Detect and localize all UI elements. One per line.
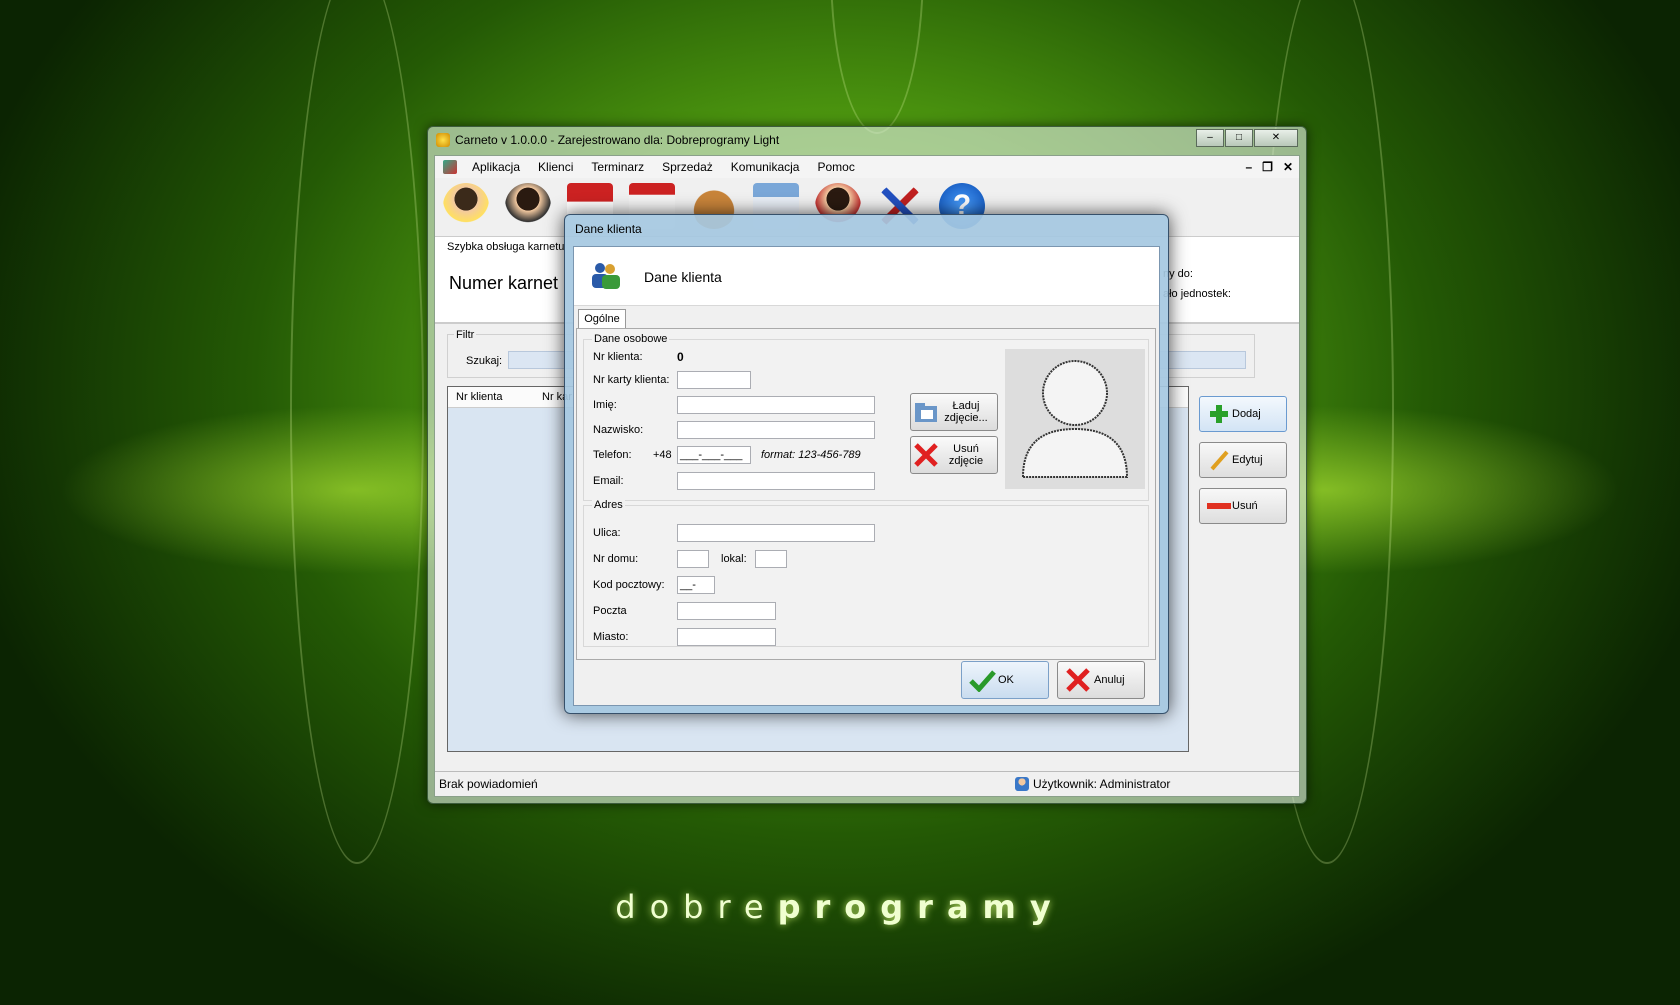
house-no-label: Nr domu:: [593, 553, 639, 565]
card-no-label: Nr karty klienta:: [593, 374, 670, 386]
background-swirl: [290, 0, 424, 864]
city-field[interactable]: [677, 628, 776, 646]
load-photo-button[interactable]: Ładuj zdjęcie...: [910, 393, 998, 431]
cancel-button[interactable]: Anuluj: [1057, 661, 1145, 699]
brand-logo: dobreprogramy: [0, 888, 1680, 926]
mdi-minimize-button[interactable]: –: [1245, 160, 1252, 174]
red-x-icon: [911, 442, 941, 468]
phone-label: Telefon:: [593, 449, 632, 461]
last-name-label: Nazwisko:: [593, 424, 644, 436]
postal-code-field[interactable]: __-___: [677, 576, 715, 607]
ok-button-label: OK: [998, 674, 1014, 686]
close-button[interactable]: ✕: [1254, 129, 1298, 147]
user-placeholder-icon: [1021, 360, 1129, 478]
current-user: Użytkownik: Administrator: [1033, 777, 1171, 791]
menu-sprzedaz[interactable]: Sprzedaż: [653, 160, 722, 174]
menu-komunikacja[interactable]: Komunikacja: [722, 160, 809, 174]
search-label: Szukaj:: [466, 355, 503, 367]
add-client-icon[interactable]: [443, 183, 489, 229]
background-swirl: [830, 0, 924, 134]
brand-logo-light: dobre: [615, 888, 778, 926]
users-icon: [592, 263, 620, 289]
menu-bar: Aplikacja Klienci Terminarz Sprzedaż Kom…: [435, 156, 1299, 178]
dialog-header-title: Dane klienta: [644, 269, 722, 285]
app-icon: [436, 133, 450, 147]
remove-photo-button[interactable]: Usuń zdjęcie: [910, 436, 998, 474]
mdi-child-icon: [443, 160, 457, 174]
remaining-units-label: ało jednostek:: [1163, 288, 1231, 300]
load-photo-label: Ładuj zdjęcie...: [944, 400, 988, 424]
client-photo: [1005, 349, 1145, 489]
add-button[interactable]: Dodaj: [1199, 396, 1287, 432]
tab-general-page: Dane osobowe Nr klienta: 0 Nr karty klie…: [576, 328, 1156, 660]
add-button-label: Dodaj: [1232, 408, 1261, 420]
postal-code-label: Kod pocztowy:: [593, 579, 665, 591]
filter-legend: Filtr: [454, 329, 477, 341]
phone-prefix: +48: [653, 449, 672, 461]
menu-aplikacja[interactable]: Aplikacja: [463, 160, 529, 174]
red-x-icon: [1062, 667, 1094, 693]
city-label: Miasto:: [593, 631, 629, 643]
plus-icon: [1206, 403, 1232, 425]
ok-button[interactable]: OK: [961, 661, 1049, 699]
brand-logo-bold: programy: [777, 888, 1065, 926]
status-bar: Brak powiadomień Użytkownik: Administrat…: [435, 771, 1299, 796]
flat-field[interactable]: [755, 550, 787, 568]
first-name-label: Imię:: [593, 399, 617, 411]
post-office-label: Poczta: [593, 605, 627, 617]
card-number-label: Numer karnet: [449, 273, 559, 293]
remove-photo-label: Usuń zdjęcie: [948, 443, 984, 467]
house-no-field[interactable]: [677, 550, 709, 568]
client-dialog: Dane klienta Dane klienta Ogólne Dane os…: [564, 214, 1169, 714]
email-field[interactable]: [677, 472, 875, 490]
flat-label: lokal:: [721, 553, 747, 565]
notifications-status: Brak powiadomień: [439, 777, 538, 791]
quick-panel-title: Szybka obsługa karnetu: [447, 241, 565, 253]
personal-data-legend: Dane osobowe: [592, 333, 670, 345]
minus-icon: [1206, 495, 1232, 517]
user-icon: [1015, 777, 1029, 791]
client-no-label: Nr klienta:: [593, 351, 643, 363]
edit-button[interactable]: Edytuj: [1199, 442, 1287, 478]
first-name-field[interactable]: [677, 396, 875, 414]
client-no-value: 0: [677, 350, 684, 364]
title-bar[interactable]: Carneto v 1.0.0.0 - Zarejestrowano dla: …: [428, 127, 1306, 155]
phone-format-hint: format: 123-456-789: [761, 449, 861, 461]
menu-klienci[interactable]: Klienci: [529, 160, 582, 174]
last-name-field[interactable]: [677, 421, 875, 439]
maximize-button[interactable]: □: [1225, 129, 1253, 147]
address-legend: Adres: [592, 499, 625, 511]
dialog-client: Dane klienta Ogólne Dane osobowe Nr klie…: [573, 246, 1160, 706]
dialog-title: Dane klienta: [575, 222, 642, 236]
mdi-restore-button[interactable]: ❐: [1262, 160, 1273, 174]
delete-button[interactable]: Usuń: [1199, 488, 1287, 524]
minimize-button[interactable]: –: [1196, 129, 1224, 147]
pencil-icon: [1206, 449, 1232, 471]
clients-icon[interactable]: [505, 183, 551, 229]
card-no-field[interactable]: [677, 371, 751, 389]
mdi-close-button[interactable]: ✕: [1283, 160, 1293, 174]
column-header-client-no[interactable]: Nr klienta: [448, 391, 534, 403]
window-title: Carneto v 1.0.0.0 - Zarejestrowano dla: …: [455, 133, 780, 147]
street-label: Ulica:: [593, 527, 621, 539]
edit-button-label: Edytuj: [1232, 454, 1263, 466]
delete-button-label: Usuń: [1232, 500, 1258, 512]
checkmark-icon: [966, 668, 998, 692]
folder-photo-icon: [911, 400, 941, 424]
dialog-header: Dane klienta: [574, 247, 1159, 306]
phone-field[interactable]: ___-___-___: [677, 446, 751, 464]
street-field[interactable]: [677, 524, 875, 542]
tab-general[interactable]: Ogólne: [578, 309, 626, 328]
menu-pomoc[interactable]: Pomoc: [808, 160, 863, 174]
cancel-button-label: Anuluj: [1094, 674, 1125, 686]
post-office-field[interactable]: [677, 602, 776, 620]
email-label: Email:: [593, 475, 624, 487]
menu-terminarz[interactable]: Terminarz: [582, 160, 653, 174]
dialog-buttons: OK Anuluj: [574, 661, 1159, 705]
